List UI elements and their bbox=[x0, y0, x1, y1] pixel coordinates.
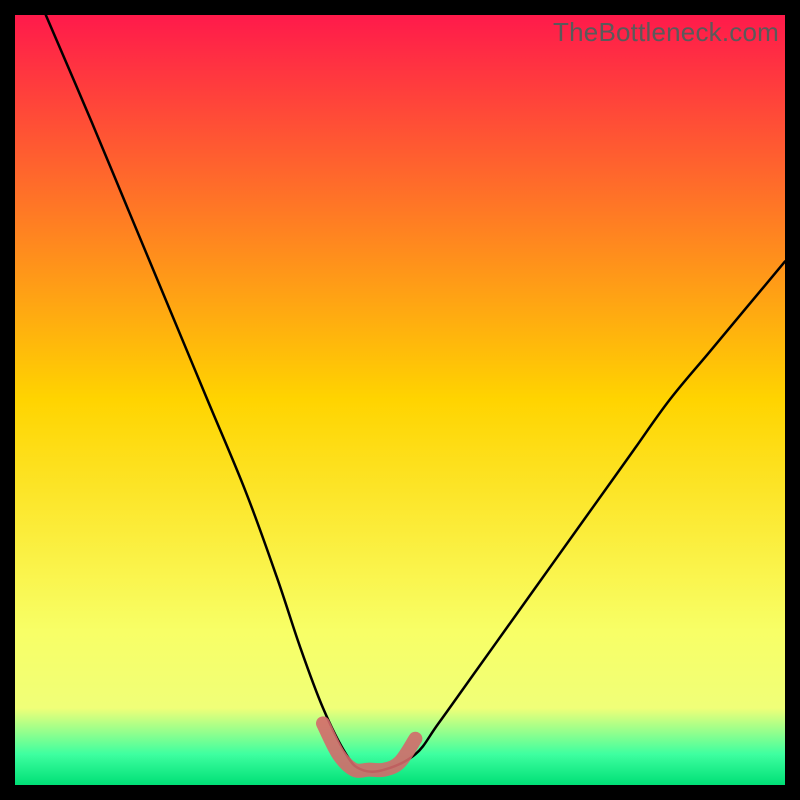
watermark-text: TheBottleneck.com bbox=[553, 17, 779, 48]
chart-frame: TheBottleneck.com bbox=[15, 15, 785, 785]
bottleneck-chart bbox=[15, 15, 785, 785]
